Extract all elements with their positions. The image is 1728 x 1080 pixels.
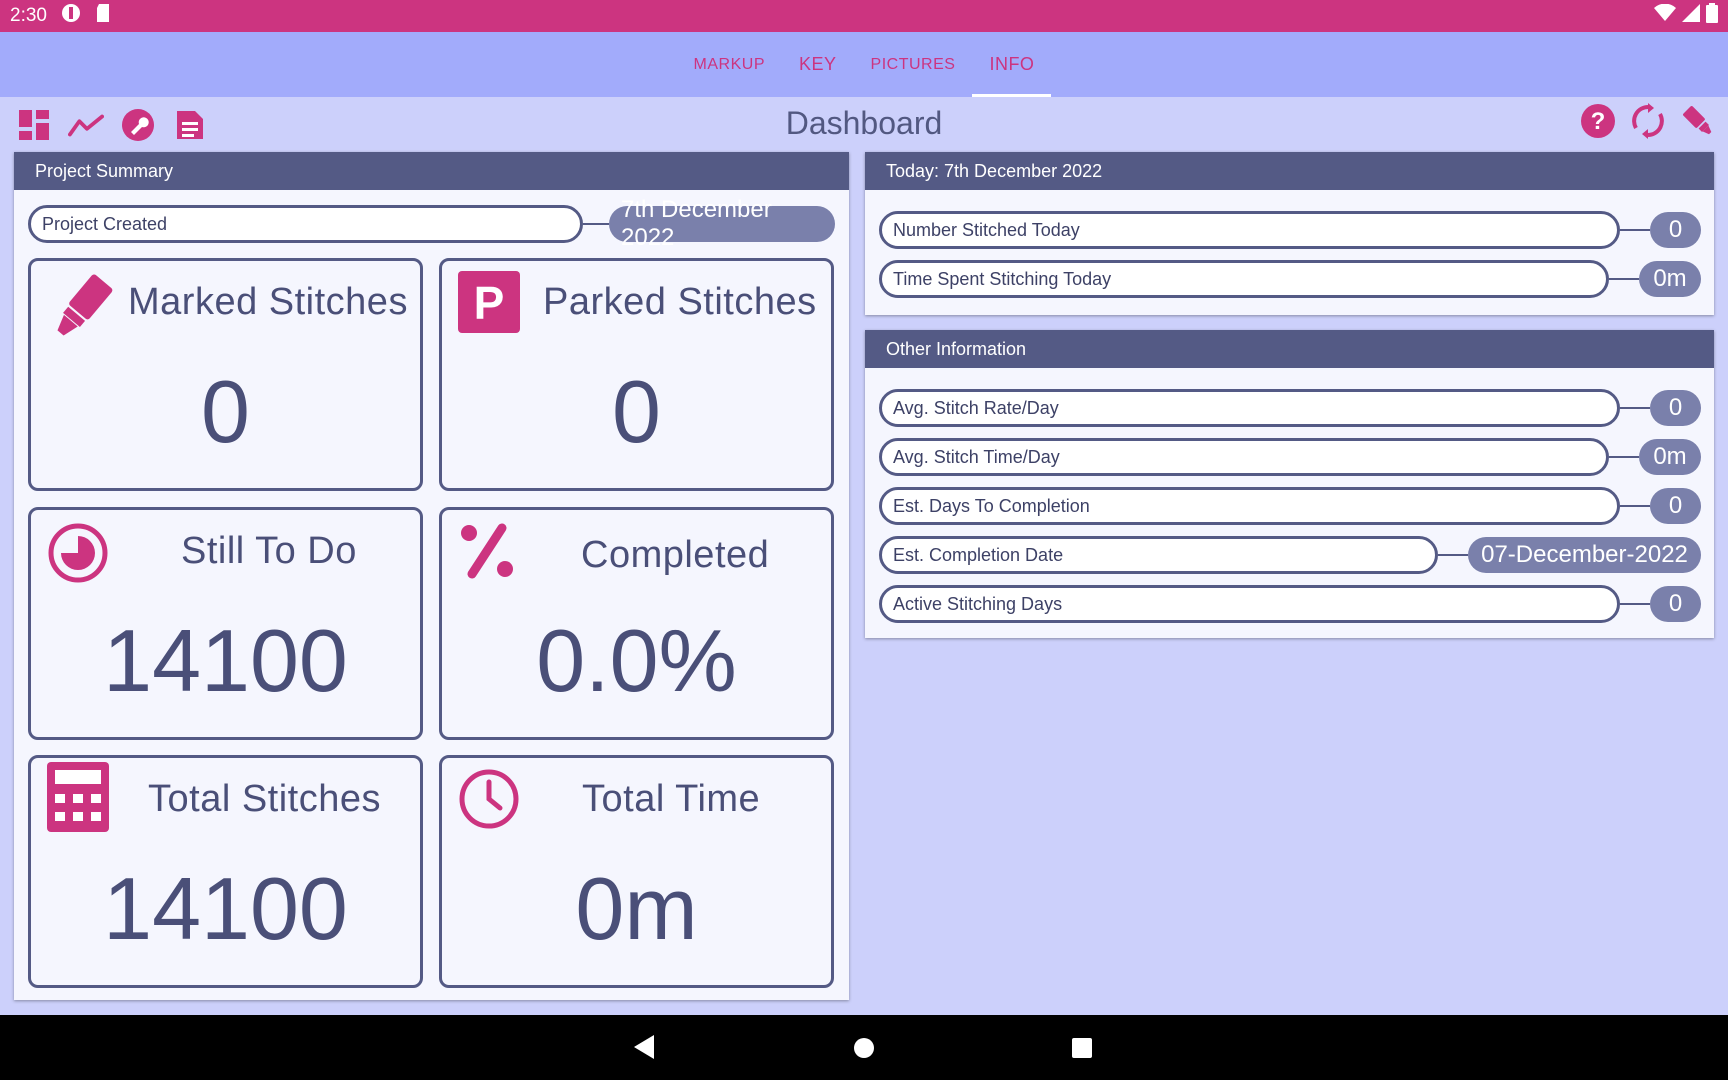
svg-text:?: ?: [1591, 108, 1606, 135]
chart-line-icon[interactable]: [68, 105, 104, 145]
help-icon[interactable]: ?: [1580, 101, 1616, 141]
clock-icon: [458, 768, 520, 835]
avg-stitch-time-row: Avg. Stitch Time/Day 0m: [879, 438, 1701, 476]
connector-line: [1620, 407, 1650, 409]
card-title: Total Stitches: [148, 778, 381, 820]
card-title: Parked Stitches: [543, 281, 817, 323]
card-title: Still To Do: [181, 530, 357, 572]
avg-stitch-rate-row: Avg. Stitch Rate/Day 0: [879, 389, 1701, 427]
wifi-icon: [1654, 3, 1676, 28]
document-icon[interactable]: [172, 105, 208, 145]
status-bar: 2:30: [0, 0, 1728, 32]
pie-clock-icon: [47, 522, 109, 589]
row-label: Number Stitched Today: [879, 211, 1620, 249]
today-panel: Today: 7th December 2022 Number Stitched…: [865, 152, 1714, 315]
connector-line: [1609, 278, 1639, 280]
tab-pictures[interactable]: PICTURES: [854, 32, 973, 97]
row-label: Avg. Stitch Rate/Day: [879, 389, 1620, 427]
row-value: 0m: [1639, 261, 1701, 297]
today-header: Today: 7th December 2022: [865, 152, 1714, 190]
other-information-header: Other Information: [865, 330, 1714, 368]
total-time-card[interactable]: Total Time 0m: [439, 755, 834, 988]
sync-icon[interactable]: [1630, 101, 1666, 141]
card-value: 0m: [575, 859, 698, 958]
est-days-to-completion-row: Est. Days To Completion 0: [879, 487, 1701, 525]
est-completion-date-row: Est. Completion Date 07-December-2022: [879, 536, 1701, 574]
navigation-bar: [0, 1015, 1728, 1080]
total-stitches-card[interactable]: Total Stitches 14100: [28, 755, 423, 988]
card-value: 14100: [103, 859, 348, 958]
connector-line: [1438, 554, 1468, 556]
row-value: 0: [1650, 586, 1701, 622]
tab-markup[interactable]: MARKUP: [677, 32, 782, 97]
card-title: Marked Stitches: [128, 281, 408, 323]
row-label: Est. Days To Completion: [879, 487, 1620, 525]
number-stitched-today-row: Number Stitched Today 0: [879, 211, 1701, 249]
marker-icon[interactable]: [1680, 101, 1716, 141]
row-label: Time Spent Stitching Today: [879, 260, 1609, 298]
project-created-label: Project Created: [28, 205, 583, 243]
percent-icon: [458, 522, 516, 585]
signal-icon: [1682, 4, 1700, 28]
toolbar: Dashboard ?: [0, 97, 1728, 151]
connector-line: [1620, 505, 1650, 507]
parking-icon: P: [458, 271, 520, 338]
row-value: 0: [1650, 488, 1701, 524]
page-title: Dashboard: [785, 105, 943, 141]
row-label: Avg. Stitch Time/Day: [879, 438, 1609, 476]
row-label: Active Stitching Days: [879, 585, 1620, 623]
tab-key[interactable]: KEY: [782, 32, 854, 97]
marker-icon: [43, 269, 119, 350]
connector-line: [583, 223, 609, 225]
recents-icon[interactable]: [1072, 1038, 1092, 1063]
marked-stitches-card[interactable]: Marked Stitches 0: [28, 258, 423, 491]
app-notification-icon: [61, 3, 81, 29]
connector-line: [1609, 456, 1639, 458]
connector-line: [1620, 603, 1650, 605]
wrench-icon[interactable]: [120, 105, 156, 145]
still-to-do-card[interactable]: Still To Do 14100: [28, 507, 423, 740]
home-icon[interactable]: [853, 1037, 875, 1064]
tab-info[interactable]: INFO: [972, 32, 1052, 97]
project-created-row: Project Created 7th December 2022: [28, 196, 835, 251]
card-value: 14100: [103, 611, 348, 710]
time-spent-today-row: Time Spent Stitching Today 0m: [879, 260, 1701, 298]
project-summary-header: Project Summary: [14, 152, 849, 190]
battery-icon: [1706, 3, 1718, 29]
parked-stitches-card[interactable]: P Parked Stitches 0: [439, 258, 834, 491]
card-value: 0.0%: [536, 611, 737, 710]
row-value: 07-December-2022: [1468, 537, 1701, 573]
other-information-panel: Other Information Avg. Stitch Rate/Day 0…: [865, 330, 1714, 638]
card-title: Completed: [581, 534, 770, 576]
tab-bar: MARKUP KEY PICTURES INFO: [0, 32, 1728, 97]
card-value: 0: [201, 362, 250, 461]
calculator-icon: [47, 762, 109, 837]
project-summary-panel: Project Summary Project Created 7th Dece…: [14, 152, 849, 1000]
active-stitching-days-row: Active Stitching Days 0: [879, 585, 1701, 623]
status-time: 2:30: [10, 5, 47, 26]
row-value: 0: [1650, 390, 1701, 426]
completed-card[interactable]: Completed 0.0%: [439, 507, 834, 740]
dashboard-icon[interactable]: [16, 105, 52, 145]
sd-card-icon: [95, 3, 111, 29]
svg-text:P: P: [474, 277, 505, 329]
connector-line: [1620, 229, 1650, 231]
row-value: 0: [1650, 212, 1701, 248]
card-value: 0: [612, 362, 661, 461]
back-icon[interactable]: [634, 1035, 654, 1064]
row-label: Est. Completion Date: [879, 536, 1438, 574]
card-title: Total Time: [582, 778, 761, 820]
row-value: 0m: [1639, 439, 1701, 475]
project-created-value: 7th December 2022: [609, 196, 835, 251]
